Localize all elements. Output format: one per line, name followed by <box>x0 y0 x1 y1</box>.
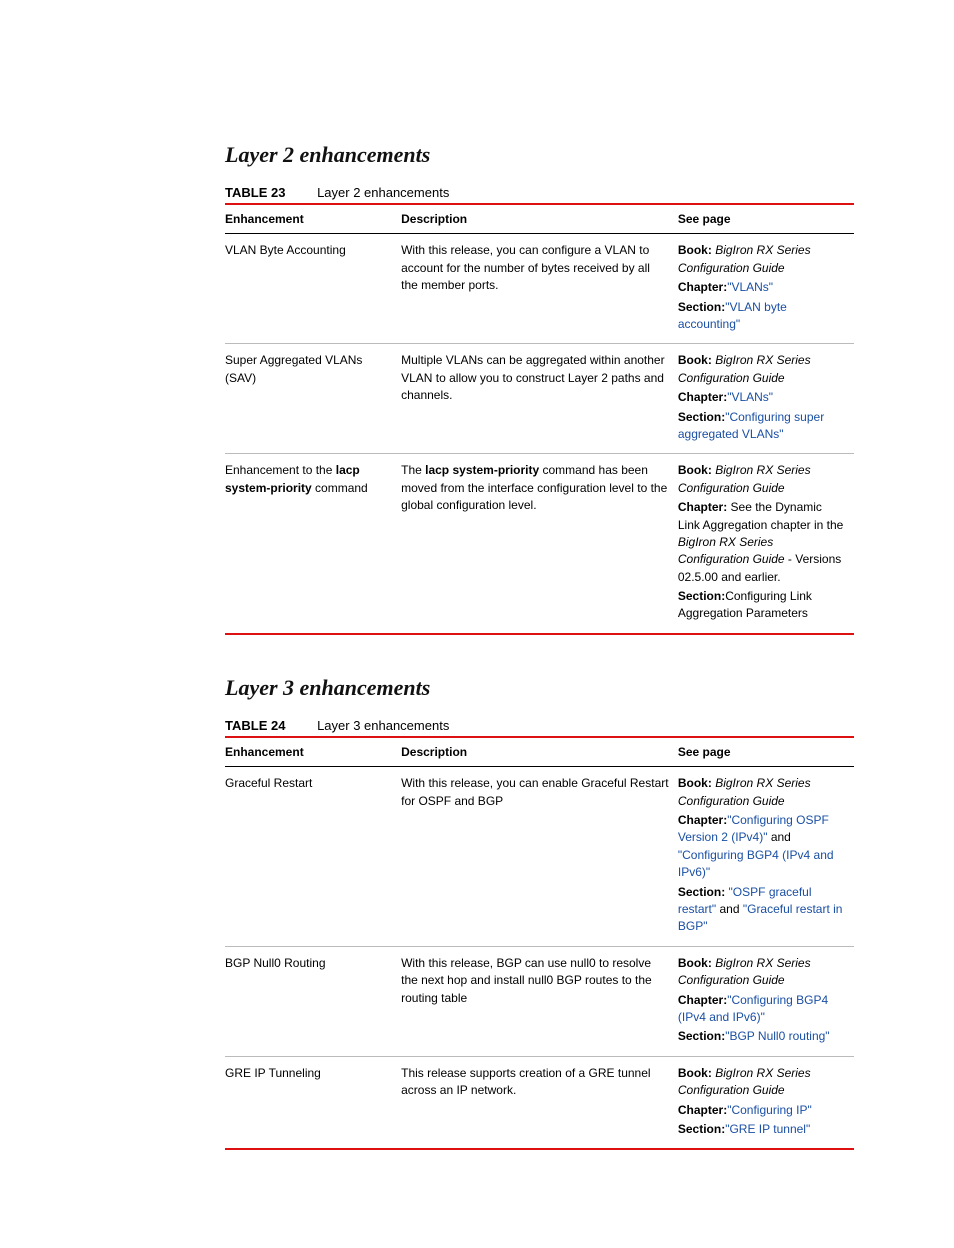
seepage-cell: Book: BigIron RX Series Configuration Gu… <box>678 454 854 634</box>
chapter-label: Chapter: <box>678 390 727 404</box>
table23-col-enhancement: Enhancement <box>225 204 401 234</box>
table23-col-seepage: See page <box>678 204 854 234</box>
table24-col-description: Description <box>401 737 678 767</box>
table24-number: TABLE 24 <box>225 718 285 733</box>
section-label: Section: <box>678 300 725 314</box>
desc-pre: The <box>401 463 425 477</box>
section-link[interactable]: "BGP Null0 routing" <box>725 1029 829 1043</box>
table24: Enhancement Description See page Gracefu… <box>225 736 854 1150</box>
chapter-link[interactable]: "Configuring IP" <box>727 1103 812 1117</box>
enhancement-cell: BGP Null0 Routing <box>225 946 401 1056</box>
enhancement-cell: Graceful Restart <box>225 767 401 947</box>
description-cell: Multiple VLANs can be aggregated within … <box>401 344 678 454</box>
book-label: Book: <box>678 776 712 790</box>
book-label: Book: <box>678 1066 712 1080</box>
chapter-label: Chapter: <box>678 1103 727 1117</box>
table24-col-seepage: See page <box>678 737 854 767</box>
chapter-label: Chapter: <box>678 280 727 294</box>
chapter-label: Chapter: <box>678 993 727 1007</box>
table-row: BGP Null0 Routing With this release, BGP… <box>225 946 854 1056</box>
table23: Enhancement Description See page VLAN By… <box>225 203 854 635</box>
section-label: Section: <box>678 1029 725 1043</box>
section-link[interactable]: "GRE IP tunnel" <box>725 1122 810 1136</box>
page: Layer 2 enhancements TABLE 23 Layer 2 en… <box>0 0 954 1248</box>
join-text: and <box>716 902 743 916</box>
table24-col-enhancement: Enhancement <box>225 737 401 767</box>
table-row: GRE IP Tunneling This release supports c… <box>225 1056 854 1149</box>
seepage-cell: Book: BigIron RX Series Configuration Gu… <box>678 344 854 454</box>
enh-post: command <box>312 481 368 495</box>
section-heading-layer3: Layer 3 enhancements <box>225 673 854 703</box>
table23-col-description: Description <box>401 204 678 234</box>
enh-pre: Enhancement to the <box>225 463 336 477</box>
book-label: Book: <box>678 463 712 477</box>
seepage-cell: Book: BigIron RX Series Configuration Gu… <box>678 234 854 344</box>
enhancement-cell: VLAN Byte Accounting <box>225 234 401 344</box>
chapter-link[interactable]: "VLANs" <box>727 390 773 404</box>
table-row: VLAN Byte Accounting With this release, … <box>225 234 854 344</box>
table-row: Graceful Restart With this release, you … <box>225 767 854 947</box>
table24-caption: Layer 3 enhancements <box>317 718 449 733</box>
section-label: Section: <box>678 885 725 899</box>
table24-label: TABLE 24 Layer 3 enhancements <box>225 717 854 737</box>
book-label: Book: <box>678 243 712 257</box>
book-label: Book: <box>678 956 712 970</box>
chapter-link[interactable]: "Configuring BGP4 (IPv4 and IPv6)" <box>678 848 834 879</box>
table23-number: TABLE 23 <box>225 185 285 200</box>
seepage-cell: Book: BigIron RX Series Configuration Gu… <box>678 1056 854 1149</box>
seepage-cell: Book: BigIron RX Series Configuration Gu… <box>678 767 854 947</box>
section-label: Section: <box>678 1122 725 1136</box>
table23-caption: Layer 2 enhancements <box>317 185 449 200</box>
description-cell: This release supports creation of a GRE … <box>401 1056 678 1149</box>
chapter-label: Chapter: <box>678 813 727 827</box>
description-cell: The lacp system-priority command has bee… <box>401 454 678 634</box>
chapter-text-italic: BigIron RX Series Configuration Guide <box>678 535 785 566</box>
enhancement-cell: Super Aggregated VLANs (SAV) <box>225 344 401 454</box>
description-cell: With this release, you can configure a V… <box>401 234 678 344</box>
book-label: Book: <box>678 353 712 367</box>
table-row: Super Aggregated VLANs (SAV) Multiple VL… <box>225 344 854 454</box>
table23-label: TABLE 23 Layer 2 enhancements <box>225 184 854 204</box>
section-label: Section: <box>678 410 725 424</box>
section-heading-layer2: Layer 2 enhancements <box>225 140 854 170</box>
desc-bold: lacp system-priority <box>425 463 539 477</box>
enhancement-cell: GRE IP Tunneling <box>225 1056 401 1149</box>
join-text: and <box>768 830 791 844</box>
chapter-link[interactable]: "VLANs" <box>727 280 773 294</box>
table-row: Enhancement to the lacp system-priority … <box>225 454 854 634</box>
seepage-cell: Book: BigIron RX Series Configuration Gu… <box>678 946 854 1056</box>
enhancement-cell: Enhancement to the lacp system-priority … <box>225 454 401 634</box>
description-cell: With this release, you can enable Gracef… <box>401 767 678 947</box>
description-cell: With this release, BGP can use null0 to … <box>401 946 678 1056</box>
section-label: Section: <box>678 589 725 603</box>
chapter-label: Chapter: <box>678 500 727 514</box>
